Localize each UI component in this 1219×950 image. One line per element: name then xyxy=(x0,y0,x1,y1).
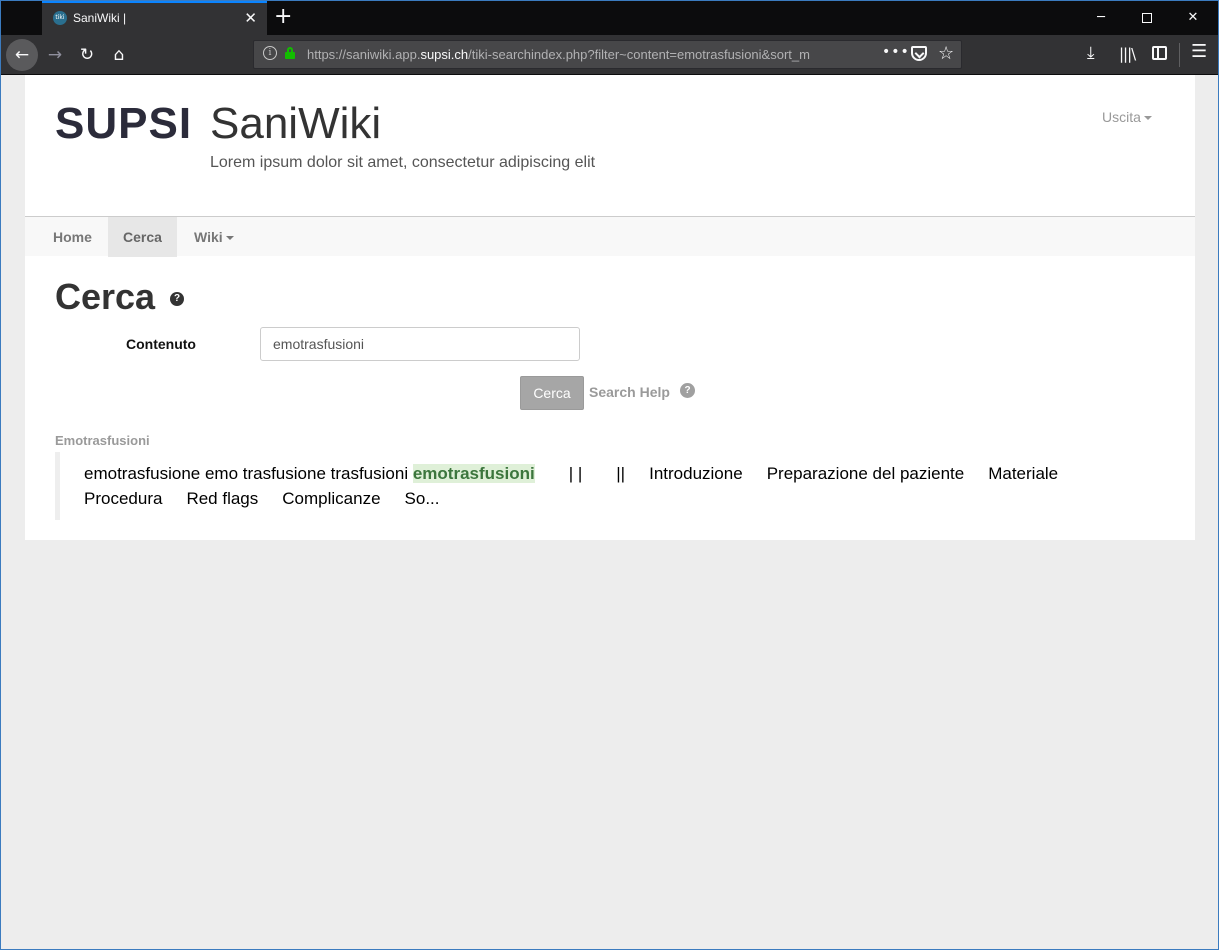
snippet-separator: | | xyxy=(568,464,583,483)
page-container: SUPSI SaniWiki Lorem ipsum dolor sit ame… xyxy=(25,75,1195,540)
pocket-icon[interactable] xyxy=(911,46,927,61)
site-title[interactable]: SaniWiki xyxy=(210,99,381,149)
site-subtitle: Lorem ipsum dolor sit amet, consectetur … xyxy=(210,154,596,171)
nav-item-home[interactable]: Home xyxy=(38,217,107,257)
browser-toolbar: ← → ↻ ⌂ i https://saniwiki.app.supsi.ch/… xyxy=(1,35,1218,75)
caret-down-icon xyxy=(1143,116,1152,121)
snippet-section: Introduzione xyxy=(649,464,743,483)
close-window-button[interactable]: ✕ xyxy=(1170,1,1216,35)
result-snippet-block: emotrasfusione emo trasfusione trasfusio… xyxy=(55,452,1155,520)
url-text[interactable]: https://saniwiki.app.supsi.ch/tiki-searc… xyxy=(307,47,852,62)
url-path: /tiki-searchindex.php?filter~content=emo… xyxy=(468,47,810,62)
close-tab-icon[interactable]: ✕ xyxy=(244,9,257,27)
sidebar-toggle-icon[interactable] xyxy=(1152,46,1167,60)
snippet-separator: || xyxy=(616,464,626,483)
downloads-icon[interactable]: ⤓ xyxy=(1087,43,1095,63)
supsi-logo[interactable]: SUPSI xyxy=(55,99,192,149)
secure-lock-icon xyxy=(285,47,295,59)
main-navigation: Home Cerca Wiki xyxy=(25,216,1195,257)
url-prefix: https://saniwiki.app. xyxy=(307,47,421,62)
user-menu-dropdown[interactable]: Uscita xyxy=(1102,109,1152,125)
snippet-text: emotrasfusione emo trasfusione trasfusio… xyxy=(84,464,409,483)
question-circle-icon[interactable]: ? xyxy=(680,383,695,398)
search-help-link[interactable]: Search Help xyxy=(589,384,670,400)
nav-item-wiki[interactable]: Wiki xyxy=(179,217,249,257)
nav-item-wiki-label: Wiki xyxy=(194,229,223,245)
tiki-favicon-icon: tiki xyxy=(53,11,67,25)
result-snippet: emotrasfusione emo trasfusione trasfusio… xyxy=(84,461,1144,511)
minimize-window-button[interactable]: ─ xyxy=(1078,1,1124,35)
search-button[interactable]: Cerca xyxy=(520,376,584,410)
question-help-icon[interactable]: ? xyxy=(170,292,184,306)
address-bar[interactable]: i https://saniwiki.app.supsi.ch/tiki-sea… xyxy=(253,40,962,69)
snippet-section: Procedura xyxy=(84,489,163,508)
forward-button[interactable]: → xyxy=(39,39,71,71)
browser-tab[interactable]: tiki SaniWiki | ✕ xyxy=(42,1,267,35)
tab-title: SaniWiki | xyxy=(73,11,127,25)
nav-item-cerca[interactable]: Cerca xyxy=(108,217,177,257)
page-info-icon[interactable]: i xyxy=(263,46,277,60)
url-domain: supsi.ch xyxy=(420,47,469,62)
home-button[interactable]: ⌂ xyxy=(103,39,135,71)
library-icon[interactable]: |||\ xyxy=(1119,45,1136,63)
result-title-link[interactable]: Emotrasfusioni xyxy=(55,433,150,448)
snippet-section: Complicanze xyxy=(282,489,381,508)
reload-button[interactable]: ↻ xyxy=(71,39,103,71)
page-actions-icon[interactable]: ••• xyxy=(882,44,910,60)
snippet-section: Red flags xyxy=(186,489,259,508)
snippet-section: So... xyxy=(404,489,440,508)
snippet-section: Materiale xyxy=(988,464,1059,483)
new-tab-icon[interactable]: + xyxy=(274,4,292,29)
content-search-input[interactable] xyxy=(260,327,580,361)
tab-strip: tiki SaniWiki | ✕ + ─ ✕ xyxy=(1,1,1218,35)
page-title: Cerca xyxy=(55,276,156,317)
maximize-icon xyxy=(1142,12,1152,23)
hamburger-menu-icon[interactable]: ☰ xyxy=(1191,41,1207,62)
back-button[interactable]: ← xyxy=(6,39,38,71)
snippet-section: Preparazione del paziente xyxy=(766,464,965,483)
window-border-left xyxy=(0,0,1,950)
maximize-window-button[interactable] xyxy=(1124,1,1170,35)
content-field-label: Contenuto xyxy=(126,336,196,352)
caret-down-icon xyxy=(225,236,234,241)
snippet-highlight: emotrasfusioni xyxy=(412,464,535,483)
user-menu-label: Uscita xyxy=(1102,109,1141,125)
toolbar-separator xyxy=(1179,43,1180,67)
bookmark-star-icon[interactable]: ☆ xyxy=(938,43,954,64)
